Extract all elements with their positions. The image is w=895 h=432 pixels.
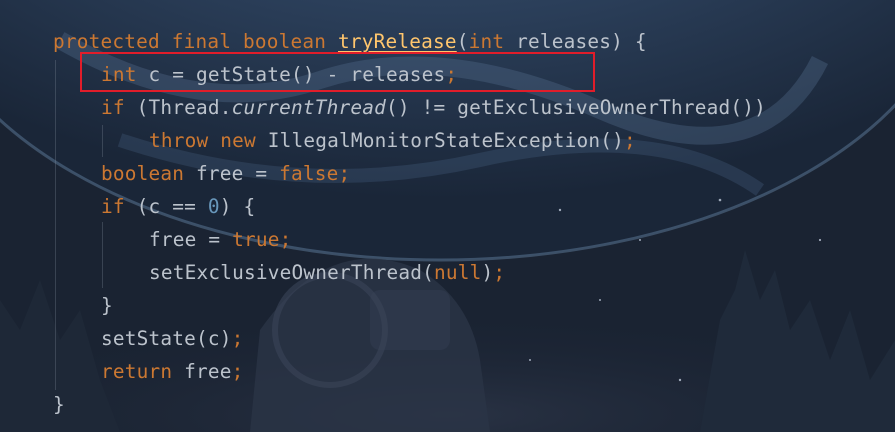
code-token: null (433, 261, 482, 284)
code-token: true (232, 228, 280, 251)
indent-guide (102, 125, 103, 157)
code-token: ; (493, 261, 506, 284)
code-line[interactable]: setState(c); (101, 322, 244, 355)
code-token: tryRelease (338, 30, 457, 53)
code-editor[interactable]: protected final boolean tryRelease(int r… (0, 0, 895, 432)
code-token: int (468, 30, 505, 53)
code-token: return (101, 360, 173, 383)
code-token: free (172, 360, 232, 383)
code-token: () != getExclusiveOwnerThread()) (386, 96, 766, 119)
code-token: if (101, 96, 125, 119)
code-token: ( (456, 30, 469, 53)
code-token: ; (279, 228, 292, 251)
code-token: 0 (207, 195, 220, 218)
code-token: ; (231, 360, 244, 383)
code-line[interactable]: } (53, 388, 65, 421)
code-line[interactable]: free = true; (149, 223, 292, 256)
code-token: ; (623, 129, 636, 152)
code-token: } (53, 393, 65, 416)
code-token: currentThread (231, 96, 386, 119)
code-token: releases) { (504, 30, 647, 53)
code-token: if (101, 195, 125, 218)
code-line[interactable]: } (101, 289, 113, 322)
code-line[interactable]: boolean free = false; (101, 157, 350, 190)
indent-guide (55, 60, 56, 390)
code-token: (c == (124, 195, 208, 218)
code-token: setExclusiveOwnerThread( (149, 261, 434, 284)
code-token: new (220, 129, 256, 152)
code-token: } (101, 294, 113, 317)
code-token: boolean (243, 30, 327, 53)
code-line[interactable]: if (Thread.currentThread() != getExclusi… (101, 91, 766, 124)
code-token: free = (184, 162, 280, 185)
indent-guide (102, 222, 103, 288)
code-line[interactable]: setExclusiveOwnerThread(null); (149, 256, 505, 289)
code-token: false (279, 162, 339, 185)
code-token: ) { (219, 195, 256, 218)
code-token: protected (53, 30, 160, 53)
code-token: ; (231, 327, 244, 350)
code-token: final (171, 30, 232, 53)
code-line[interactable]: return free; (101, 355, 244, 388)
code-line[interactable]: throw new IllegalMonitorStateException()… (149, 124, 636, 157)
code-token: throw (149, 129, 209, 152)
code-token: ) (481, 261, 494, 284)
code-token: IllegalMonitorStateException() (255, 129, 624, 152)
highlight-annotation-box (80, 52, 595, 92)
code-line[interactable]: if (c == 0) { (101, 190, 255, 223)
code-token: setState(c) (101, 327, 232, 350)
code-token: free = (149, 228, 233, 251)
code-token: (Thread. (124, 96, 232, 119)
code-token: ; (338, 162, 351, 185)
code-token: boolean (101, 162, 185, 185)
